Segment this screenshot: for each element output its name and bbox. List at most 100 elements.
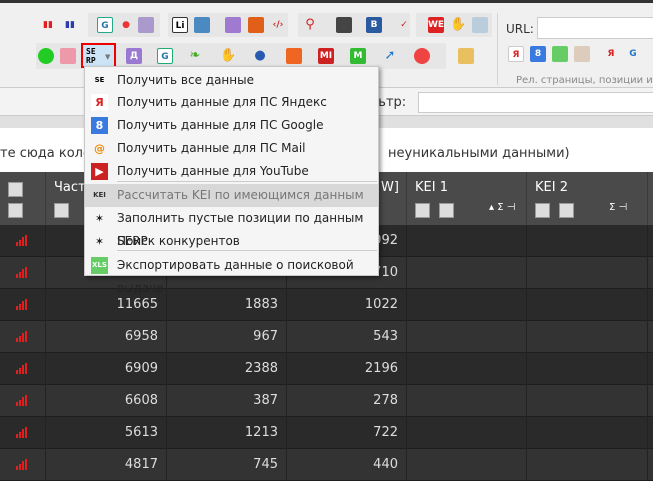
menu-item[interactable]: XLS Экспортировать данные о поисковой выд… <box>85 254 378 295</box>
sum-icon: ▴ Σ ⊣ <box>489 202 516 213</box>
ribbon-separator <box>497 13 498 85</box>
table-cell: 440 <box>287 449 407 481</box>
table-cell <box>407 449 527 481</box>
table-cell: 2388 <box>167 353 287 385</box>
row-icon-cell <box>0 257 46 289</box>
monitor-icon[interactable] <box>336 17 352 33</box>
clear-filter-icon <box>8 203 23 218</box>
calculator-icon[interactable] <box>472 17 488 33</box>
chart-red-icon[interactable]: ▮▮ <box>40 17 56 33</box>
table-row[interactable]: 5613 1213 722 <box>0 417 653 449</box>
signal-bars-icon <box>16 427 28 438</box>
table-row[interactable]: 6909 2388 2196 <box>0 353 653 385</box>
image-icon[interactable] <box>138 17 154 33</box>
table-cell <box>407 417 527 449</box>
table-row[interactable]: 4817 745 440 <box>0 449 653 481</box>
spellcheck-icon[interactable]: ✓ <box>396 17 412 33</box>
url-input[interactable] <box>537 17 653 39</box>
trend-icon[interactable] <box>248 17 264 33</box>
table-cell: 967 <box>167 321 287 353</box>
menu-item[interactable]: KEI Рассчитать KEI по имеющимся данным <box>85 184 378 207</box>
green-circle-icon[interactable] <box>38 48 54 64</box>
xls-icon[interactable] <box>552 46 568 62</box>
badge-icon[interactable] <box>414 48 430 64</box>
leaf-icon[interactable]: ❧ <box>187 48 203 64</box>
table-cell <box>527 385 648 417</box>
filter-icon <box>8 182 23 197</box>
g-icon[interactable]: G <box>157 48 173 64</box>
menu-item[interactable]: SE RP Получить все данные <box>85 69 378 101</box>
menu-separator <box>117 250 377 251</box>
menu-item-label: Экспортировать данные о поисковой выдаче <box>117 258 354 295</box>
table-cell <box>407 257 527 289</box>
b-icon[interactable]: B <box>366 17 382 33</box>
chart-blue-icon[interactable]: ▮▮ <box>62 17 78 33</box>
yandex-icon: Я <box>91 94 108 111</box>
linkedin-icon[interactable]: Li <box>172 17 188 33</box>
table-row[interactable]: 6958 967 543 <box>0 321 653 353</box>
column-header-kei2[interactable]: KEI 2Σ ⊣ <box>527 172 648 225</box>
column-header-kei1[interactable]: KEI 1 ▴ Σ ⊣ <box>407 172 527 225</box>
menu-item[interactable]: ✶ Заполнить пустые позиции по данным SERP <box>85 207 378 248</box>
table-cell: 6958 <box>46 321 167 353</box>
menu-item[interactable]: 8 Получить данные для ПС Google <box>85 114 378 137</box>
circle-icon[interactable] <box>194 17 210 33</box>
filter-icon <box>535 203 550 218</box>
sun-icon[interactable] <box>286 48 302 64</box>
menu-item[interactable]: @ Получить данные для ПС Mail <box>85 137 378 160</box>
menu-item-label: Получить данные для ПС Mail <box>117 141 306 155</box>
m-icon[interactable]: M <box>350 48 366 64</box>
google-rel-icon[interactable]: G <box>625 46 641 62</box>
filter-icon <box>415 203 430 218</box>
chevron-down-icon: ▼ <box>105 53 111 61</box>
table-cell <box>527 289 648 321</box>
signal-bars-icon <box>16 363 28 374</box>
column-header-icon[interactable] <box>0 172 46 225</box>
d-icon[interactable]: Д <box>126 48 142 64</box>
hand-icon[interactable]: ✋ <box>220 48 236 64</box>
yandex-rel-icon[interactable]: Я <box>603 46 619 62</box>
table-cell: 2196 <box>287 353 407 385</box>
mi-icon[interactable]: MI <box>318 48 334 64</box>
filter-input[interactable] <box>418 92 653 113</box>
bars-purple-icon[interactable] <box>225 17 241 33</box>
table-cell: 745 <box>167 449 287 481</box>
serp-icon: SE RP <box>94 76 105 101</box>
table-row[interactable]: 6608 387 278 <box>0 385 653 417</box>
url-label: URL: <box>506 22 534 36</box>
map-icon[interactable] <box>60 48 76 64</box>
group-panel-hint-end: неуникальными данными) <box>388 146 570 161</box>
magic-wand-icon: ✶ <box>94 212 105 225</box>
xls-icon: XLS <box>91 257 108 274</box>
filter-icon <box>54 203 69 218</box>
hand-icon[interactable]: ✋ <box>450 17 466 33</box>
google-check-icon[interactable]: G <box>97 17 113 33</box>
yandex-icon[interactable]: Я <box>508 46 524 62</box>
spy-icon[interactable]: ● <box>252 48 268 64</box>
table-cell <box>527 449 648 481</box>
signal-bars-icon <box>16 235 28 246</box>
table-cell: 6909 <box>46 353 167 385</box>
box-icon[interactable] <box>458 48 474 64</box>
we-icon[interactable]: WE <box>428 17 444 33</box>
menu-item[interactable]: ▶ Получить данные для YouTube <box>85 160 378 183</box>
table-cell <box>407 225 527 257</box>
table-cell: 543 <box>287 321 407 353</box>
table-cell <box>407 321 527 353</box>
code-icon[interactable]: ‹/› <box>270 17 286 33</box>
kei-icon: KEI <box>93 191 106 199</box>
colors-icon[interactable]: ● <box>118 17 134 33</box>
arrow-icon[interactable]: ➚ <box>382 48 398 64</box>
eraser-icon[interactable] <box>574 46 590 62</box>
table-cell <box>407 385 527 417</box>
search-icon[interactable]: ⚲ <box>302 17 318 33</box>
table-cell <box>527 417 648 449</box>
table-cell: 4817 <box>46 449 167 481</box>
google-icon[interactable]: 8 <box>530 46 546 62</box>
menu-item-label: Получить данные для YouTube <box>117 164 309 178</box>
serp-dropdown-button[interactable]: SE RP ▼ <box>81 43 116 68</box>
ribbon-group-caption: Рел. страницы, позиции и а <box>516 75 653 86</box>
table-cell: 1213 <box>167 417 287 449</box>
row-icon-cell <box>0 321 46 353</box>
menu-item[interactable]: Я Получить данные для ПС Яндекс <box>85 91 378 114</box>
